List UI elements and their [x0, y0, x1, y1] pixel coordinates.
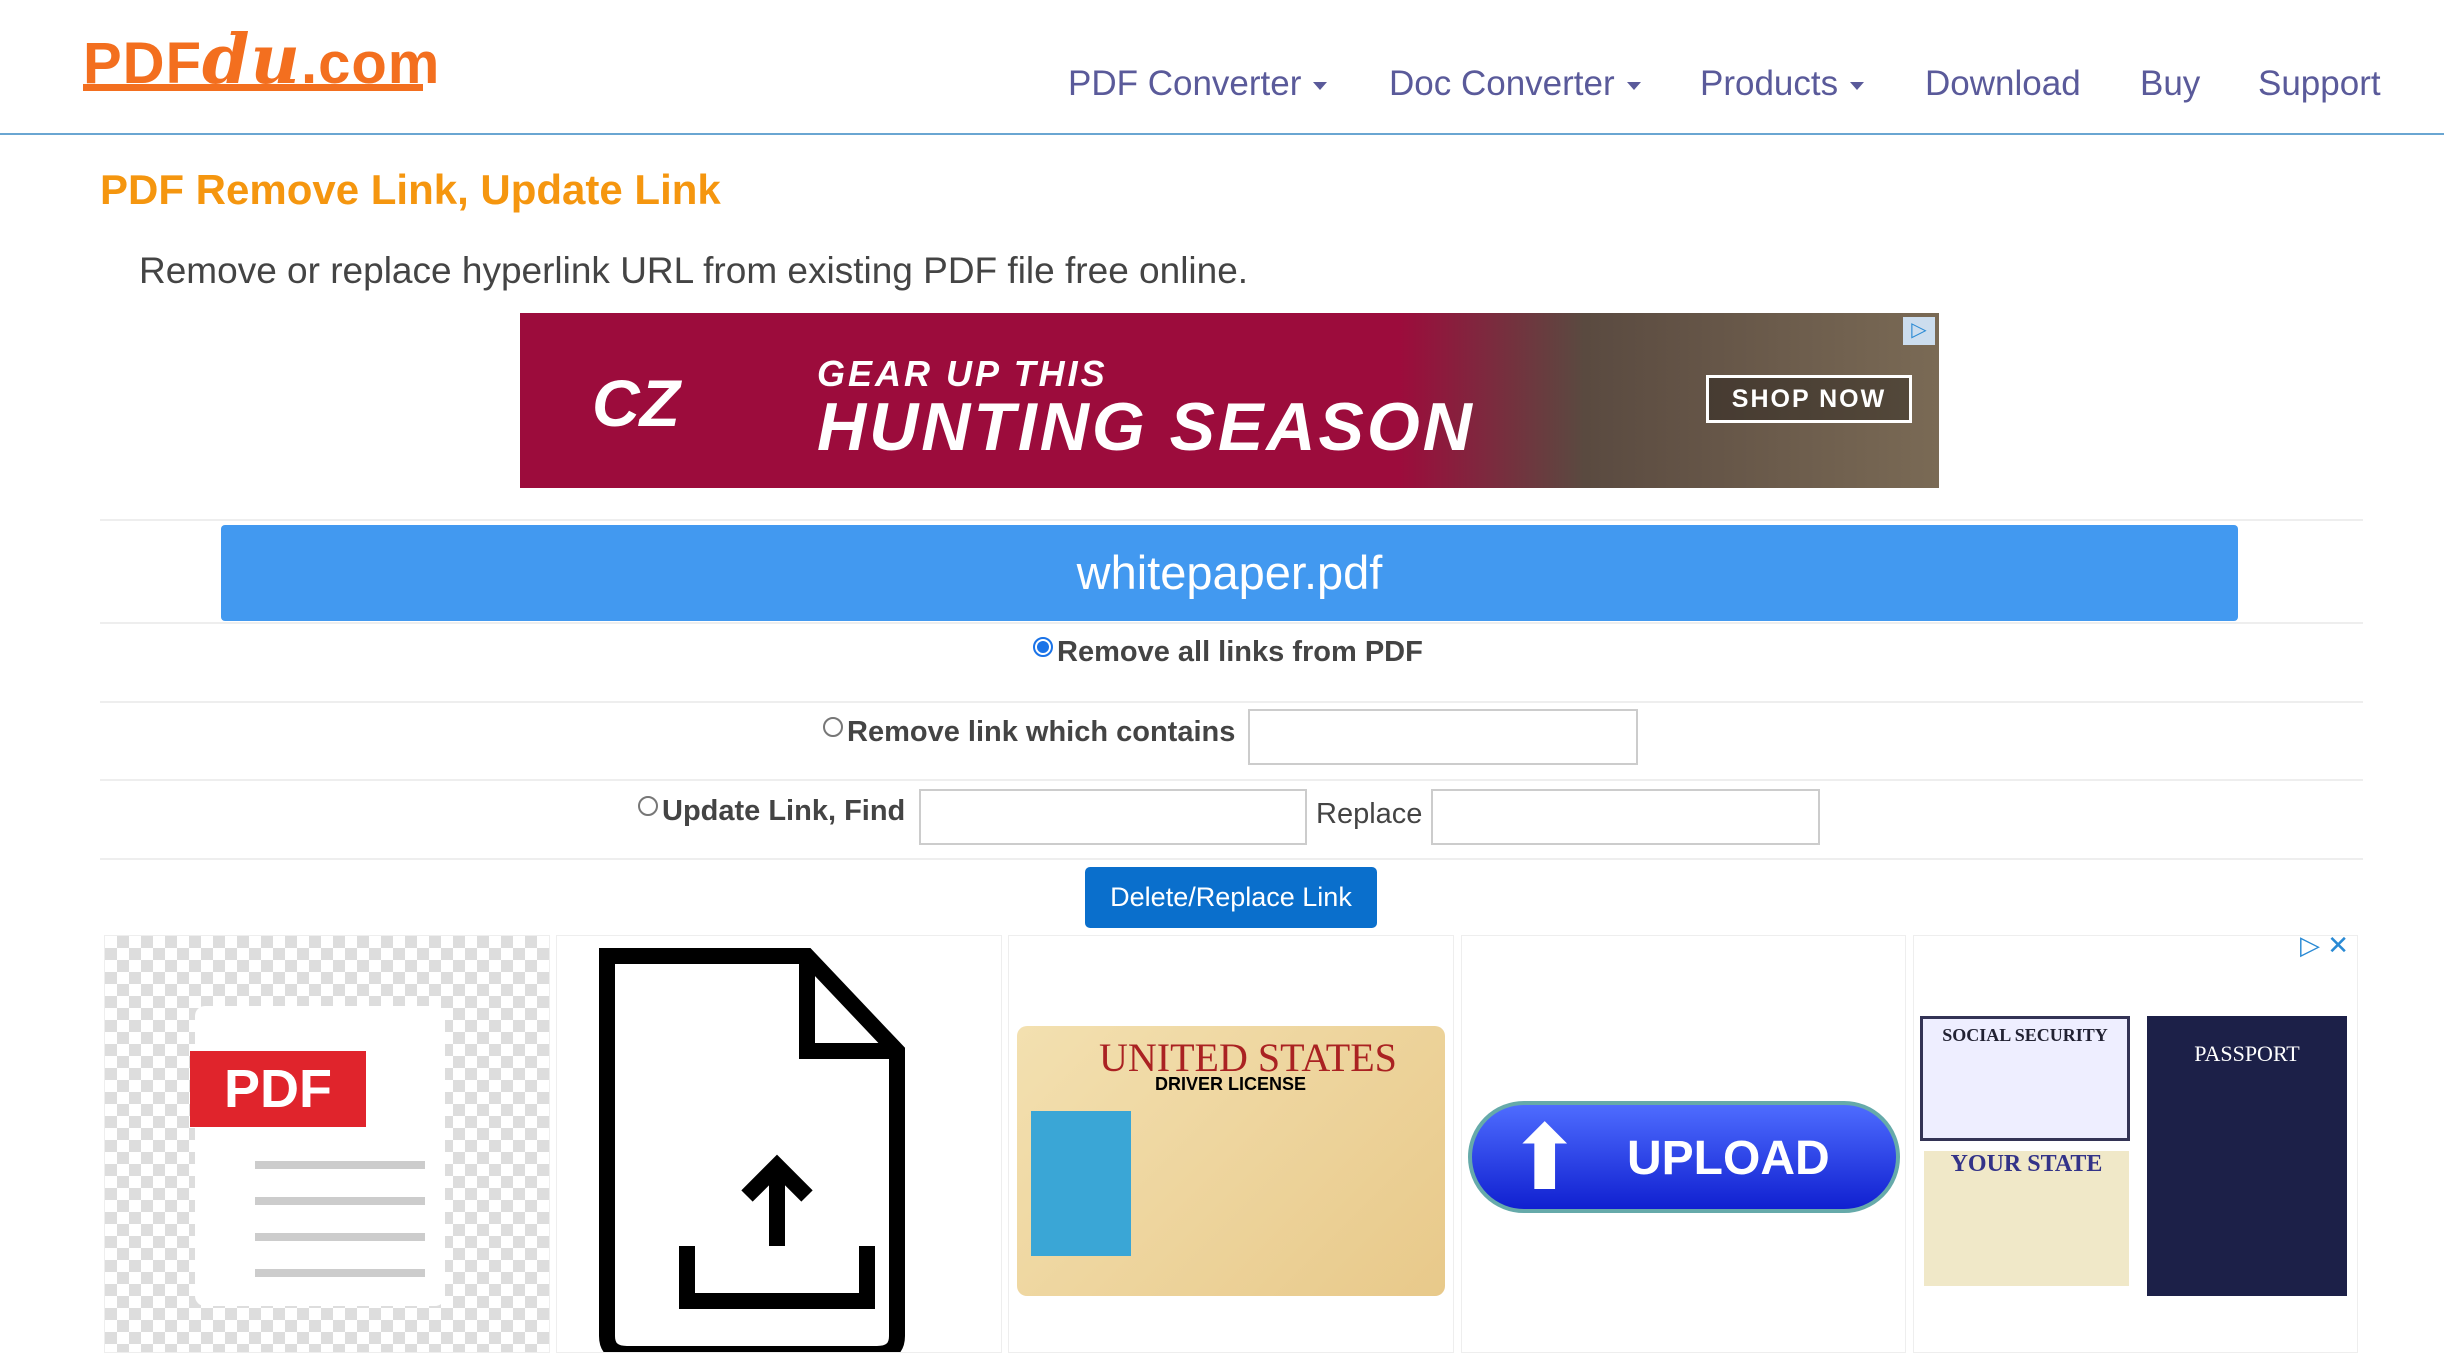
nav-label: Doc Converter	[1389, 64, 1615, 103]
nav-buy[interactable]: Buy	[2140, 64, 2200, 104]
nav-products[interactable]: Products	[1700, 64, 1865, 104]
ad-tile-pdf[interactable]: PDF	[104, 935, 550, 1353]
divider	[100, 622, 2363, 624]
find-input[interactable]	[919, 789, 1307, 845]
radio-remove-all[interactable]	[1033, 636, 1053, 657]
option-update-link[interactable]: Update Link, Find	[638, 795, 905, 828]
ad-tile-license[interactable]: UNITED STATES DRIVER LICENSE	[1008, 935, 1454, 1353]
state-title: YOUR STATE	[1950, 1151, 2103, 1177]
upload-label: UPLOAD	[1627, 1132, 1830, 1185]
photo-placeholder	[1031, 1111, 1131, 1256]
nav-pdf-converter[interactable]: PDF Converter	[1068, 64, 1328, 104]
divider	[100, 779, 2363, 781]
option-remove-all[interactable]: Remove all links from PDF	[1033, 636, 1423, 669]
header-divider	[0, 133, 2444, 135]
contains-input[interactable]	[1248, 709, 1638, 765]
arrow-up-icon: ⬆	[1507, 1109, 1583, 1209]
ad-tile-documents[interactable]: SOCIAL SECURITY YOUR STATE PASSPORT	[1913, 935, 2358, 1353]
nav-doc-converter[interactable]: Doc Converter	[1389, 64, 1641, 104]
card-subtitle: DRIVER LICENSE	[1155, 1074, 1307, 1094]
caret-down-icon	[1313, 81, 1328, 90]
ad-banner[interactable]: CZ GEAR UP THIS HUNTING SEASON SHOP NOW …	[520, 313, 1939, 488]
ssn-title: SOCIAL SECURITY	[1942, 1025, 2108, 1045]
caret-down-icon	[1626, 81, 1641, 90]
passport-title: PASSPORT	[2194, 1041, 2300, 1066]
adchoices-icon[interactable]: ▷	[1903, 317, 1935, 345]
passport: PASSPORT	[2147, 1016, 2347, 1296]
nav-label: PDF Converter	[1068, 64, 1302, 103]
page-title: PDF Remove Link, Update Link	[100, 166, 721, 213]
caret-down-icon	[1850, 81, 1865, 90]
divider	[100, 701, 2363, 703]
replace-input[interactable]	[1431, 789, 1820, 845]
logo-underline	[83, 84, 423, 91]
license-card: UNITED STATES DRIVER LICENSE	[1017, 1026, 1445, 1296]
page-subtitle: Remove or replace hyperlink URL from exi…	[139, 250, 1249, 291]
nav-download[interactable]: Download	[1925, 64, 2081, 104]
ad-brand: CZ	[592, 366, 680, 440]
nav-label: Products	[1700, 64, 1839, 103]
radio-update-link[interactable]	[638, 795, 658, 816]
ad-shop-now-button[interactable]: SHOP NOW	[1706, 375, 1912, 423]
ad-tile-upload-file[interactable]	[556, 935, 1002, 1353]
text-lines	[255, 1161, 425, 1291]
option-label: Remove all links from PDF	[1057, 636, 1423, 668]
ad-headline-2: HUNTING SEASON	[817, 389, 1475, 465]
radio-remove-contains[interactable]	[823, 716, 843, 737]
ad-tile-upload-button[interactable]: ⬆ UPLOAD	[1461, 935, 1906, 1353]
selected-file-bar[interactable]: whitepaper.pdf	[221, 525, 2238, 621]
option-label: Remove link which contains	[847, 716, 1236, 748]
state-card: YOUR STATE	[1924, 1151, 2129, 1286]
divider	[100, 858, 2363, 860]
file-upload-icon	[599, 948, 905, 1352]
option-label: Update Link, Find	[662, 795, 906, 827]
ssn-card: SOCIAL SECURITY	[1920, 1016, 2130, 1141]
pdf-label: PDF	[190, 1051, 366, 1127]
replace-label: Replace	[1316, 798, 1423, 830]
nav-support[interactable]: Support	[2258, 64, 2381, 104]
option-remove-contains[interactable]: Remove link which contains	[823, 716, 1235, 749]
delete-replace-link-button[interactable]: Delete/Replace Link	[1085, 867, 1377, 928]
divider	[100, 519, 2363, 521]
